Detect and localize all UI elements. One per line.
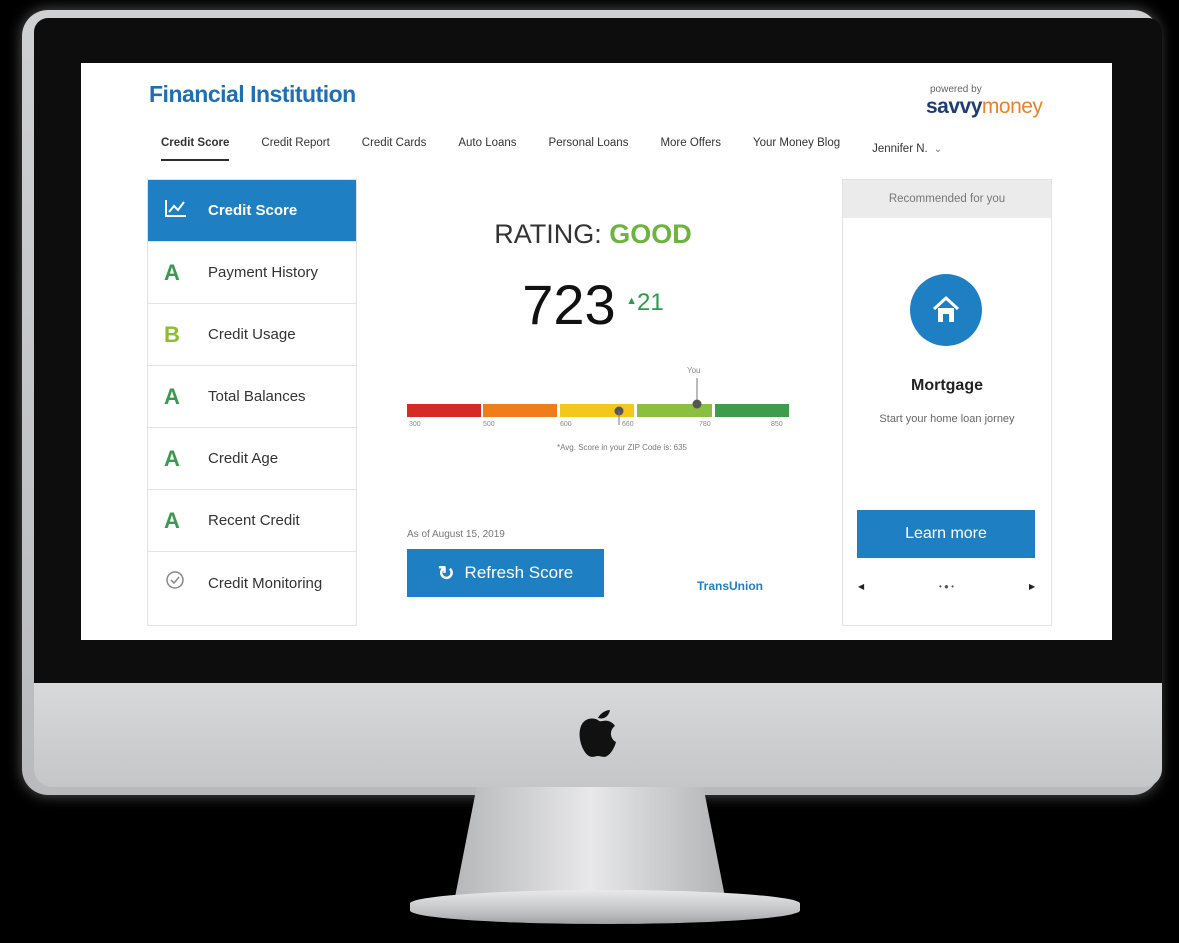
powered-by-logo: powered by savvymoney: [926, 84, 1043, 119]
app-screen: Financial Institution powered by savvymo…: [81, 63, 1112, 640]
sidebar-label: Credit Age: [208, 450, 279, 467]
top-nav: Credit Score Credit Report Credit Cards …: [161, 137, 942, 161]
transunion-logo: TransUnion: [697, 579, 763, 593]
credit-score-value: 723: [522, 273, 616, 336]
you-marker-label: You: [687, 366, 701, 375]
nav-credit-score[interactable]: Credit Score: [161, 137, 230, 161]
sidebar-item-credit-monitoring[interactable]: Credit Monitoring: [148, 552, 356, 614]
score-segment-excellent: [715, 404, 789, 417]
score-segment-poor: [407, 404, 481, 417]
monitoring-icon: [164, 569, 192, 597]
tick-label: 780: [699, 421, 711, 428]
monitor-stand-base: [410, 890, 800, 924]
chevron-left-icon[interactable]: ◀: [858, 582, 864, 591]
tick-label: 600: [560, 421, 572, 428]
chevron-right-icon[interactable]: ▶: [1029, 582, 1035, 591]
user-menu[interactable]: Jennifer N. ⌄: [872, 137, 942, 161]
recommended-panel: Recommended for you Mortgage Start your …: [842, 179, 1052, 626]
tick-label: 300: [409, 421, 421, 428]
grade-badge: A: [164, 445, 180, 471]
avg-score-note: *Avg. Score in your ZIP Code is: 635: [557, 443, 687, 452]
sidebar-item-payment-history[interactable]: A Payment History: [148, 242, 356, 304]
sidebar-item-credit-usage[interactable]: B Credit Usage: [148, 304, 356, 366]
sidebar-item-total-balances[interactable]: A Total Balances: [148, 366, 356, 428]
grade-badge: A: [164, 259, 180, 285]
refresh-score-button[interactable]: ↻ Refresh Score: [407, 549, 604, 597]
learn-more-button[interactable]: Learn more: [857, 510, 1035, 558]
tick-label: 500: [483, 421, 495, 428]
sidebar-label: Credit Usage: [208, 326, 296, 343]
sidebar-label: Total Balances: [208, 388, 306, 405]
nav-more-offers[interactable]: More Offers: [660, 137, 721, 161]
score-segment-fair: [483, 404, 557, 417]
grade-badge: A: [164, 507, 180, 533]
rating-value: GOOD: [609, 219, 692, 249]
rating: RATING: GOOD: [357, 219, 829, 250]
powered-by-label: powered by: [930, 84, 982, 95]
sidebar-label: Credit Score: [208, 202, 298, 219]
recommend-title: Mortgage: [911, 377, 983, 394]
recommended-header: Recommended for you: [843, 180, 1051, 218]
nav-credit-cards[interactable]: Credit Cards: [362, 137, 427, 161]
nav-personal-loans[interactable]: Personal Loans: [549, 137, 629, 161]
score-delta-value: 21: [637, 289, 664, 316]
house-icon: [910, 274, 982, 346]
refresh-icon: ↻: [437, 562, 455, 585]
carousel-controls: ◀ • ● • ▶: [843, 582, 1051, 598]
sidebar-item-recent-credit[interactable]: A Recent Credit: [148, 490, 356, 552]
sidebar: Credit Score A Payment History B Credit …: [147, 179, 357, 626]
tick-label: 660: [622, 421, 634, 428]
logo-money: money: [981, 95, 1043, 118]
brand-title: Financial Institution: [149, 81, 356, 107]
grade-badge: B: [164, 321, 180, 347]
sidebar-item-credit-score[interactable]: Credit Score: [148, 180, 356, 242]
user-name: Jennifer N.: [872, 143, 928, 155]
monitor-stand: [455, 787, 725, 897]
tick-label: 850: [771, 421, 783, 428]
you-marker-icon: [692, 378, 702, 409]
recommend-desc: Start your home loan jorney: [879, 413, 1015, 425]
sidebar-label: Recent Credit: [208, 512, 300, 529]
nav-credit-report[interactable]: Credit Report: [261, 137, 329, 161]
refresh-score-label: Refresh Score: [464, 563, 574, 582]
sidebar-item-credit-age[interactable]: A Credit Age: [148, 428, 356, 490]
nav-money-blog[interactable]: Your Money Blog: [753, 137, 840, 161]
as-of-date: As of August 15, 2019: [407, 529, 505, 540]
nav-auto-loans[interactable]: Auto Loans: [458, 137, 516, 161]
carousel-dots[interactable]: • ● •: [939, 582, 954, 591]
score-delta: ▲21: [626, 289, 664, 316]
up-arrow-icon: ▲: [626, 295, 638, 307]
bureau-name: TransUnion: [697, 579, 764, 593]
sidebar-label: Payment History: [208, 264, 319, 281]
apple-logo-icon: [579, 710, 616, 757]
grade-badge: A: [164, 383, 180, 409]
score-row: 723 ▲21: [357, 272, 829, 337]
chevron-down-icon: ⌄: [933, 143, 943, 155]
sidebar-label: Credit Monitoring: [208, 574, 323, 592]
score-panel: RATING: GOOD 723 ▲21 You 300 500 600 660…: [357, 179, 829, 624]
chart-line-icon: [164, 198, 192, 224]
logo-savvy: savvy: [926, 95, 982, 118]
rating-label: RATING:: [494, 219, 602, 249]
